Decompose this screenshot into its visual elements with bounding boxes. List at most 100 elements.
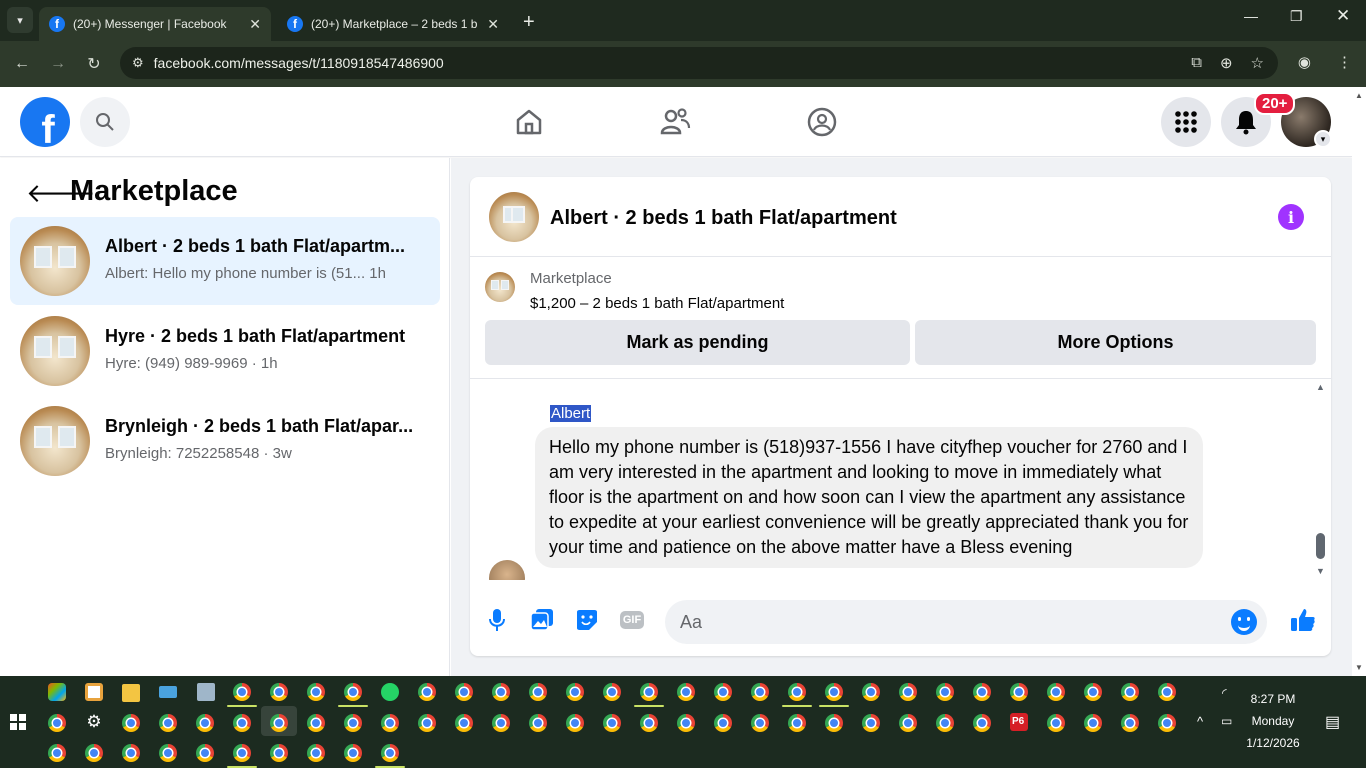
chrome-taskbar-icon[interactable] <box>1047 683 1065 701</box>
page-scrollbar[interactable]: ▲ ▼ <box>1352 87 1366 676</box>
site-info-icon[interactable]: ⚙ <box>132 55 144 71</box>
gif-button[interactable]: GIF <box>619 607 645 633</box>
menu-button[interactable] <box>1161 97 1211 147</box>
chrome-taskbar-icon[interactable] <box>788 683 806 701</box>
omnibox[interactable]: ⚙ facebook.com/messages/t/11809185474869… <box>120 47 1278 79</box>
chrome-taskbar-icon[interactable] <box>344 714 362 732</box>
chrome-taskbar-icon[interactable] <box>788 714 806 732</box>
show-hidden-icons-chevron-icon[interactable]: ^ <box>1197 714 1203 729</box>
chrome-taskbar-icon[interactable] <box>751 683 769 701</box>
scroll-down-icon[interactable]: ▼ <box>1355 663 1363 672</box>
chrome-taskbar-icon[interactable] <box>418 683 436 701</box>
chrome-taskbar-icon[interactable] <box>1084 714 1102 732</box>
clock-date[interactable]: 1/12/2026 <box>1240 736 1306 750</box>
tab-search-dropdown[interactable]: ▾ <box>7 7 33 33</box>
chrome-taskbar-icon[interactable] <box>862 683 880 701</box>
conversation-item[interactable]: Albert · 2 beds 1 bath Flat/apartm... Al… <box>10 217 440 305</box>
whatsapp-icon[interactable] <box>381 683 399 701</box>
copilot-icon[interactable] <box>48 683 66 701</box>
scrollbar-thumb[interactable] <box>1316 533 1325 559</box>
chrome-taskbar-icon[interactable] <box>1121 683 1139 701</box>
chrome-taskbar-icon[interactable] <box>455 683 473 701</box>
chrome-taskbar-icon[interactable] <box>566 683 584 701</box>
chrome-taskbar-icon[interactable] <box>825 714 843 732</box>
chrome-taskbar-icon[interactable] <box>566 714 584 732</box>
chrome-taskbar-icon[interactable] <box>270 714 288 732</box>
chrome-taskbar-icon[interactable] <box>48 714 66 732</box>
chrome-taskbar-icon[interactable] <box>344 744 362 762</box>
menu-kebab-icon[interactable]: ⋮ <box>1337 53 1352 71</box>
clock-day[interactable]: Monday <box>1240 714 1306 728</box>
chrome-taskbar-icon[interactable] <box>1084 683 1102 701</box>
chrome-taskbar-icon[interactable] <box>159 744 177 762</box>
chrome-taskbar-icon[interactable] <box>677 714 695 732</box>
close-tab-icon[interactable]: ✕ <box>487 16 499 33</box>
chrome-taskbar-icon[interactable] <box>307 744 325 762</box>
listing-price[interactable]: $1,200 – 2 beds 1 bath Flat/apartment <box>530 295 784 312</box>
info-icon[interactable]: i <box>1278 204 1304 230</box>
chrome-taskbar-icon[interactable] <box>714 714 732 732</box>
scroll-down-icon[interactable]: ▼ <box>1316 566 1325 576</box>
chrome-taskbar-icon[interactable] <box>751 714 769 732</box>
chrome-taskbar-icon[interactable] <box>492 714 510 732</box>
reload-icon[interactable]: ↻ <box>76 54 112 74</box>
listing-thumbnail[interactable] <box>489 192 539 242</box>
attach-photo-button[interactable] <box>529 607 555 633</box>
chrome-taskbar-icon[interactable] <box>233 744 251 762</box>
conversation-item[interactable]: Brynleigh · 2 beds 1 bath Flat/apar... B… <box>10 397 440 485</box>
chrome-taskbar-icon[interactable] <box>529 714 547 732</box>
chrome-taskbar-icon[interactable] <box>455 714 473 732</box>
conversation-item[interactable]: Hyre · 2 beds 1 bath Flat/apartment Hyre… <box>10 307 440 395</box>
file-explorer-icon[interactable] <box>122 684 140 702</box>
battery-icon[interactable]: ▭ <box>1221 714 1232 728</box>
notepad-icon[interactable] <box>197 683 215 701</box>
notification-center-icon[interactable]: ▤ <box>1325 712 1340 732</box>
bookmark-star-icon[interactable]: ☆ <box>1251 54 1264 72</box>
url-text[interactable]: facebook.com/messages/t/1180918547486900 <box>154 55 444 71</box>
close-tab-icon[interactable]: ✕ <box>249 16 261 33</box>
message-input[interactable]: Aa <box>665 600 1267 644</box>
close-window-icon[interactable]: ✕ <box>1336 6 1350 26</box>
tab-marketplace[interactable]: f (20+) Marketplace – 2 beds 1 b ✕ <box>277 7 509 41</box>
chrome-taskbar-icon[interactable] <box>677 683 695 701</box>
forward-icon[interactable]: → <box>40 55 76 73</box>
chevron-down-icon[interactable]: ▾ <box>1314 130 1332 148</box>
chrome-taskbar-icon[interactable] <box>603 683 621 701</box>
chrome-taskbar-icon[interactable] <box>85 744 103 762</box>
chrome-taskbar-icon[interactable] <box>529 683 547 701</box>
chrome-taskbar-icon[interactable] <box>48 744 66 762</box>
chrome-taskbar-icon[interactable] <box>233 683 251 701</box>
chrome-taskbar-icon[interactable] <box>714 683 732 701</box>
chrome-taskbar-icon[interactable] <box>159 714 177 732</box>
mark-as-pending-button[interactable]: Mark as pending <box>485 320 910 365</box>
sticker-button[interactable] <box>574 607 600 633</box>
back-icon[interactable]: ← <box>4 55 40 73</box>
chrome-taskbar-icon[interactable] <box>1158 683 1176 701</box>
clock-time[interactable]: 8:27 PM <box>1240 692 1306 706</box>
chrome-taskbar-icon[interactable] <box>1158 714 1176 732</box>
install-app-icon[interactable]: ⧉ <box>1191 54 1202 72</box>
wifi-icon[interactable]: ◜ <box>1222 686 1227 700</box>
p6-app-button[interactable]: P6 <box>1010 713 1028 731</box>
minimize-icon[interactable]: — <box>1244 8 1258 24</box>
chrome-taskbar-icon[interactable] <box>122 744 140 762</box>
chrome-taskbar-icon[interactable] <box>307 714 325 732</box>
chrome-taskbar-icon[interactable] <box>862 714 880 732</box>
keyboard-icon[interactable] <box>159 686 177 698</box>
store-icon[interactable] <box>85 683 103 701</box>
chrome-taskbar-icon[interactable] <box>936 683 954 701</box>
chrome-taskbar-icon[interactable] <box>973 683 991 701</box>
message-bubble[interactable]: Hello my phone number is (518)937-1556 I… <box>535 427 1203 568</box>
chrome-taskbar-icon[interactable] <box>936 714 954 732</box>
profile-icon[interactable]: ◉ <box>1298 53 1311 71</box>
friends-nav-button[interactable] <box>657 104 693 140</box>
chrome-taskbar-icon[interactable] <box>492 683 510 701</box>
chrome-taskbar-icon[interactable] <box>196 714 214 732</box>
tab-messenger[interactable]: f (20+) Messenger | Facebook ✕ <box>39 7 271 41</box>
chrome-taskbar-icon[interactable] <box>899 683 917 701</box>
chrome-taskbar-icon[interactable] <box>603 714 621 732</box>
chat-title[interactable]: Albert · 2 beds 1 bath Flat/apartment <box>550 207 897 230</box>
voice-clip-button[interactable] <box>484 607 510 633</box>
chrome-taskbar-icon[interactable] <box>233 714 251 732</box>
chrome-taskbar-icon[interactable] <box>640 714 658 732</box>
